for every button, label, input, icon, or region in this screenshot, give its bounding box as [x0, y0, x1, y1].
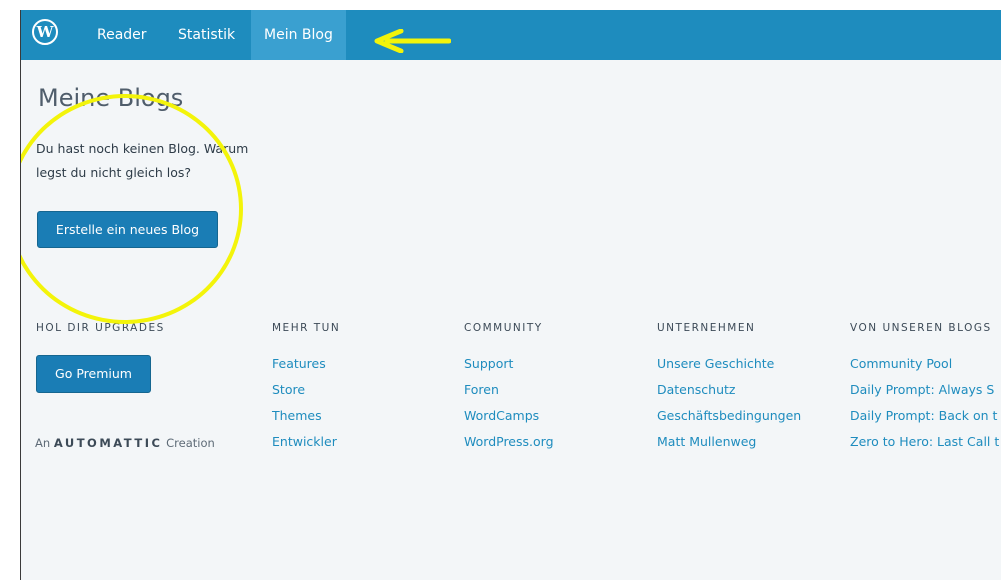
footer-link-daily-prompt-back[interactable]: Daily Prompt: Back on t — [850, 407, 999, 433]
nav-statistik[interactable]: Statistik — [178, 10, 235, 60]
footer-link-foren[interactable]: Foren — [464, 381, 554, 407]
footer-links-community: Support Foren WordCamps WordPress.org — [464, 355, 554, 459]
footer-link-unsere-geschichte[interactable]: Unsere Geschichte — [657, 355, 801, 381]
footer-link-features[interactable]: Features — [272, 355, 337, 381]
footer-link-themes[interactable]: Themes — [272, 407, 337, 433]
go-premium-button[interactable]: Go Premium — [36, 355, 151, 393]
create-new-blog-button[interactable]: Erstelle ein neues Blog — [37, 211, 218, 248]
credit-suffix: Creation — [166, 436, 215, 450]
footer-links-unternehmen: Unsere Geschichte Datenschutz Geschäftsb… — [657, 355, 801, 459]
nav-reader[interactable]: Reader — [97, 10, 147, 60]
footer-link-wordcamps[interactable]: WordCamps — [464, 407, 554, 433]
footer-heading-von-unseren-blogs: VON UNSEREN BLOGS — [850, 322, 992, 334]
footer-link-zero-to-hero[interactable]: Zero to Hero: Last Call t — [850, 433, 999, 459]
footer-heading-upgrades: HOL DIR UPGRADES — [36, 322, 165, 334]
empty-state-message: Du hast noch keinen Blog. Warum legst du… — [36, 141, 249, 180]
wordpress-logo-icon[interactable]: W — [32, 19, 58, 45]
footer-link-community-pool[interactable]: Community Pool — [850, 355, 999, 381]
footer-heading-mehr-tun: MEHR TUN — [272, 322, 341, 334]
footer-heading-unternehmen: UNTERNEHMEN — [657, 322, 756, 334]
automattic-credit[interactable]: An AUTOMATTIC Creation — [35, 436, 215, 450]
footer-link-wordpress-org[interactable]: WordPress.org — [464, 433, 554, 459]
footer-link-geschaeftsbedingungen[interactable]: Geschäftsbedingungen — [657, 407, 801, 433]
page-title: Meine Blogs — [38, 84, 184, 112]
footer-links-von-unseren-blogs: Community Pool Daily Prompt: Always S Da… — [850, 355, 999, 459]
nav-mein-blog[interactable]: Mein Blog — [251, 10, 346, 60]
app-frame: W Reader Statistik Mein Blog Meine Blogs… — [20, 10, 1001, 580]
credit-prefix: An — [35, 436, 51, 450]
highlight-circle-annotation — [21, 94, 243, 324]
footer-link-datenschutz[interactable]: Datenschutz — [657, 381, 801, 407]
footer-links-mehr-tun: Features Store Themes Entwickler — [272, 355, 337, 459]
footer-link-matt-mullenweg[interactable]: Matt Mullenweg — [657, 433, 801, 459]
footer-link-entwickler[interactable]: Entwickler — [272, 433, 337, 459]
footer-link-support[interactable]: Support — [464, 355, 554, 381]
automattic-logo: AUTOMATTIC — [53, 436, 163, 450]
footer-heading-community: COMMUNITY — [464, 322, 543, 334]
footer-link-daily-prompt-always[interactable]: Daily Prompt: Always S — [850, 381, 999, 407]
top-navigation-bar: W Reader Statistik Mein Blog — [21, 10, 1001, 60]
footer-link-store[interactable]: Store — [272, 381, 337, 407]
